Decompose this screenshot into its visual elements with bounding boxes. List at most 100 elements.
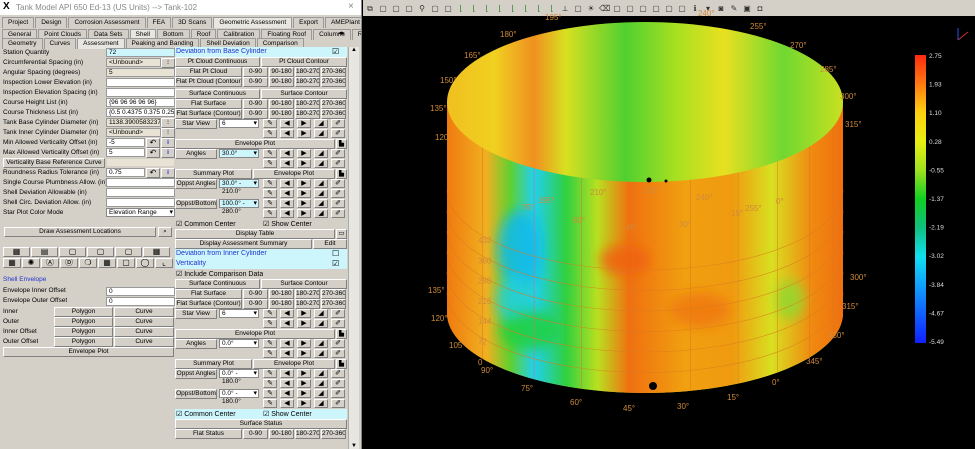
camera-icon[interactable]: ◀ [280,159,294,168]
oppst-bottom-select[interactable]: 0.0° - 180.0° [219,389,259,405]
angles-button[interactable]: Angles [175,339,217,349]
surface-contour-button[interactable]: Surface Contour [261,89,347,99]
camera-add-icon[interactable]: ◢ [314,369,328,378]
pencil-add-icon[interactable]: ✐ [331,349,345,358]
common-center-checkbox[interactable]: ☑ Common Center [176,410,236,418]
star-plot-color-mode-select[interactable]: Elevation Range [106,208,175,217]
pencil-add-icon[interactable]: ✐ [331,179,345,188]
tank-base-cylinder-diameter-in-input[interactable]: 1138.390058323723 [106,118,161,127]
camera-add-icon[interactable]: ◢ [314,399,328,408]
station-quantity-input[interactable]: 72 [106,48,175,57]
layout-icon[interactable]: ▦ [98,258,116,268]
angular-spacing-degrees-input[interactable]: 5 [106,68,175,77]
roundness-radius-tolerance-in-info-icon[interactable]: i [161,168,175,178]
envelope-outer-offset-input[interactable]: 0 [106,297,175,306]
flat-status-90-180-button[interactable]: 90-180 [269,429,294,439]
tank-inner-cylinder-diameter-in-browse-button[interactable]: ⁝ [161,128,175,138]
camera-icon[interactable]: ◀ [280,149,294,158]
pencil-icon[interactable]: ✎ [263,309,277,318]
flat-surface-180-270-button[interactable]: 180-270 [295,289,320,299]
play-icon[interactable]: ▶ [297,349,311,358]
cylinder-top-icon[interactable]: ▢ [87,247,114,257]
pencil-icon[interactable]: ✎ [263,199,277,208]
star-view-select[interactable]: 6 [219,119,259,128]
camera-add-icon[interactable]: ◢ [314,339,328,348]
tab-export[interactable]: Export [293,17,324,28]
include-comparison-data-checkbox[interactable]: ☑ Include Comparison Data [176,270,263,278]
play-icon[interactable]: ▶ [297,129,311,138]
star-view-select[interactable]: 6 [219,309,259,318]
cylinder-icon[interactable]: ▢ [59,247,86,257]
envelope-inner-curve-button[interactable]: Curve [114,307,174,317]
surface-status-button[interactable]: Surface Status [175,419,347,429]
envelope-inner-polygon-button[interactable]: Polygon [54,307,113,317]
tank-inner-cylinder-diameter-in-input[interactable]: <Unbound> [106,128,161,137]
circumferential-spacing-in-input[interactable]: <Unbound> [106,58,161,67]
chart-options-icon[interactable]: ▙ [336,359,347,369]
camera-add-icon[interactable]: ◢ [314,119,328,128]
envelope-inner-offset-input[interactable]: 0 [106,287,175,296]
play-icon[interactable]: ▶ [297,189,311,198]
shell-circ-deviation-allow-in-input[interactable] [106,198,175,207]
envelope-plot-button[interactable]: Envelope Plot [253,359,335,369]
folder-icon[interactable]: ▭ [336,229,347,239]
camera-add-icon[interactable]: ◢ [314,319,328,328]
tab-corrosion-assessment[interactable]: Corrosion Assessment [68,17,146,28]
pencil-icon[interactable]: ✎ [263,149,277,158]
play-icon[interactable]: ▶ [297,179,311,188]
flat-surface-contour-270-360-button[interactable]: 270-360 [321,299,346,309]
play-icon[interactable]: ▶ [297,309,311,318]
camera-icon[interactable]: ◀ [280,399,294,408]
course-thickness-list-in-input[interactable]: {0.5 0.4375 0.375 0.25 0.25 [106,108,175,117]
pencil-add-icon[interactable]: ✐ [331,339,345,348]
flat-pt-cloud-0-90-button[interactable]: 0-90 [243,67,268,77]
flat-surface-contour-button[interactable]: Flat Surface (Contour) [175,299,242,309]
pencil-add-icon[interactable]: ✐ [331,119,345,128]
tab-geometric-assessment[interactable]: Geometric Assessment [213,17,293,28]
close-button[interactable]: × [348,1,354,12]
oppst-angles-button[interactable]: Oppst Angles [175,179,217,189]
summary-plot-button[interactable]: Summary Plot [175,169,252,179]
play-icon[interactable]: ▶ [297,209,311,218]
flat-surface-0-90-button[interactable]: 0-90 [243,99,268,109]
flat-pt-cloud-button[interactable]: Flat Pt Cloud [175,67,242,77]
pencil-icon[interactable]: ✎ [263,399,277,408]
flat-surface-270-360-button[interactable]: 270-360 [321,99,346,109]
course-height-list-in-input[interactable]: {96 96 96 96 96} [106,98,175,107]
pencil-add-icon[interactable]: ✐ [331,389,345,398]
flat-pt-cloud-contour-180-270-button[interactable]: 180-270 [295,77,320,87]
flat-pt-cloud-90-180-button[interactable]: 90-180 [269,67,294,77]
play-icon[interactable]: ▶ [297,369,311,378]
angles-select[interactable]: 30.0° [219,149,259,158]
max-allowed-verticality-offset-in-undo-icon[interactable]: ↶ [146,148,160,158]
deviation-from-base-cylinder-checkbox[interactable]: ☑ [332,47,339,56]
envelope-inner-offset-polygon-button[interactable]: Polygon [54,327,113,337]
flat-surface-90-180-button[interactable]: 90-180 [269,289,294,299]
tab-ameplant[interactable]: AMEPlant [324,17,361,28]
camera-icon[interactable]: ◀ [280,319,294,328]
verticality-checkbox[interactable]: ☑ [332,259,339,268]
camera-icon[interactable]: ◀ [280,339,294,348]
oppst-angles-button[interactable]: Oppst Angles [175,369,217,379]
surface-continuous-button[interactable]: Surface Continuous [175,279,260,289]
flat-pt-cloud-270-360-button[interactable]: 270-360 [321,67,346,77]
surface-continuous-button[interactable]: Surface Continuous [175,89,260,99]
flat-surface-contour-0-90-button[interactable]: 0-90 [243,299,268,309]
flat-pt-cloud-contour-270-360-button[interactable]: 270-360 [321,77,346,87]
envelope-inner-offset-curve-button[interactable]: Curve [114,327,174,337]
play-icon[interactable]: ▶ [297,399,311,408]
camera-icon[interactable]: ◀ [280,189,294,198]
flat-surface-contour-180-270-button[interactable]: 180-270 [295,109,320,119]
display-assessment-summary-button[interactable]: Display Assessment Summary [175,239,312,249]
axes-icon[interactable]: ⌞ [155,258,173,268]
pencil-icon[interactable]: ✎ [263,379,277,388]
vertical-scrollbar[interactable]: ▲ ▼ [348,47,359,449]
camera-icon[interactable]: ◀ [280,389,294,398]
gear-icon[interactable]: ✺ [22,258,40,268]
pencil-icon[interactable]: ✎ [263,389,277,398]
pencil-add-icon[interactable]: ✐ [331,309,345,318]
star-view-button[interactable]: Star View [175,309,217,319]
flat-status-button[interactable]: Flat Status [175,429,242,439]
camera-icon[interactable]: ◀ [280,349,294,358]
roundness-radius-tolerance-in-undo-icon[interactable]: ↶ [146,168,160,178]
